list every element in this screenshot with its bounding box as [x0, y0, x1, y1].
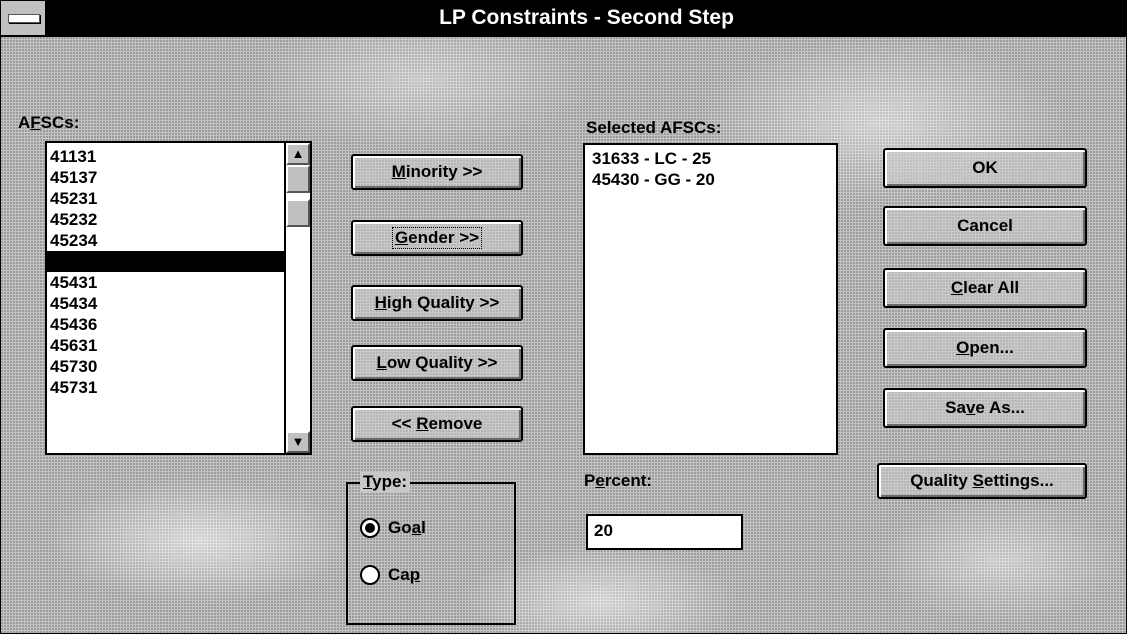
system-menu-icon — [8, 14, 40, 23]
low-quality-button-label: Low Quality >> — [376, 353, 498, 372]
save-as-button-label: Save As... — [945, 398, 1025, 417]
arrow-up-icon: ▲ — [291, 146, 305, 161]
afscs-list-items: 41131 45137 45231 45232 45234 45330 45431 45434… — [47, 146, 284, 398]
cancel-button-label: Cancel — [957, 216, 1013, 235]
window-title: LP Constraints - Second Step — [439, 6, 734, 29]
lp-constraints-dialog: LP Constraints - Second Step AFSCs: 4113… — [0, 0, 1127, 634]
clear-all-button[interactable]: Clear All — [883, 268, 1087, 308]
quality-settings-button[interactable]: Quality Settings... — [877, 463, 1087, 499]
selected-afscs-list-items: 31633 - LC - 25 45430 - GG - 20 — [589, 148, 836, 190]
afscs-scrollbar[interactable]: ▲ ▼ — [284, 143, 310, 453]
ok-button[interactable]: OK — [883, 148, 1087, 188]
cap-radio-circle — [360, 565, 380, 585]
afscs-listbox[interactable]: 41131 45137 45231 45232 45234 45330 45431 45434… — [45, 141, 312, 455]
open-button[interactable]: Open... — [883, 328, 1087, 368]
scroll-down-button[interactable]: ▼ — [286, 431, 310, 453]
afsc-list-item[interactable]: 45232 — [47, 209, 284, 230]
remove-button[interactable]: << Remove — [351, 406, 523, 442]
type-group-label: Type: — [360, 472, 411, 492]
clear-all-button-label: Clear All — [950, 278, 1020, 297]
ok-button-label: OK — [972, 158, 998, 177]
remove-button-label: << Remove — [391, 414, 483, 433]
scroll-up-button[interactable]: ▲ — [286, 143, 310, 165]
scroll-thumb[interactable] — [286, 199, 310, 227]
afsc-list-item[interactable]: 45231 — [47, 188, 284, 209]
minority-button[interactable]: Minority >> — [351, 154, 523, 190]
minority-button-label: Minority >> — [391, 162, 483, 181]
afsc-list-item[interactable]: 45330 — [47, 251, 284, 272]
cap-radio[interactable]: Cap — [360, 565, 420, 585]
percent-input[interactable]: 20 — [586, 514, 743, 550]
system-menu-button[interactable] — [1, 1, 47, 35]
arrow-down-icon: ▼ — [291, 434, 305, 449]
high-quality-button[interactable]: High Quality >> — [351, 285, 523, 321]
selected-afsc-list-item[interactable]: 45430 - GG - 20 — [589, 169, 836, 190]
afsc-list-item[interactable]: 41131 — [47, 146, 284, 167]
selected-afsc-list-item[interactable]: 31633 - LC - 25 — [589, 148, 836, 169]
goal-radio-circle — [360, 518, 380, 538]
title-bar: LP Constraints - Second Step — [1, 1, 1126, 37]
high-quality-button-label: High Quality >> — [374, 293, 500, 312]
afsc-list-item[interactable]: 45434 — [47, 293, 284, 314]
low-quality-button[interactable]: Low Quality >> — [351, 345, 523, 381]
afsc-list-item[interactable]: 45431 — [47, 272, 284, 293]
cancel-button[interactable]: Cancel — [883, 206, 1087, 246]
gender-button-label: Gender >> — [391, 227, 483, 249]
open-button-label: Open... — [956, 338, 1014, 357]
goal-radio-label: Goal — [388, 518, 426, 537]
quality-settings-button-label: Quality Settings... — [910, 471, 1054, 490]
save-as-button[interactable]: Save As... — [883, 388, 1087, 428]
afsc-list-item[interactable]: 45731 — [47, 377, 284, 398]
scroll-track-upper[interactable] — [286, 165, 310, 193]
selected-afscs-listbox[interactable]: 31633 - LC - 25 45430 - GG - 20 — [583, 143, 838, 455]
afsc-list-item[interactable]: 45631 — [47, 335, 284, 356]
afsc-list-item[interactable]: 45137 — [47, 167, 284, 188]
selected-afscs-label: Selected AFSCs: — [586, 118, 722, 137]
cap-radio-label: Cap — [388, 565, 421, 584]
gender-button[interactable]: Gender >> — [351, 220, 523, 256]
afsc-list-item[interactable]: 45436 — [47, 314, 284, 335]
afsc-list-item[interactable]: 45730 — [47, 356, 284, 377]
type-groupbox: Type: Goal Cap — [346, 472, 516, 625]
afsc-list-item[interactable]: 45234 — [47, 230, 284, 251]
afscs-label: AFSCs: — [18, 113, 80, 132]
goal-radio[interactable]: Goal — [360, 518, 426, 538]
percent-label: Percent: — [584, 471, 653, 490]
